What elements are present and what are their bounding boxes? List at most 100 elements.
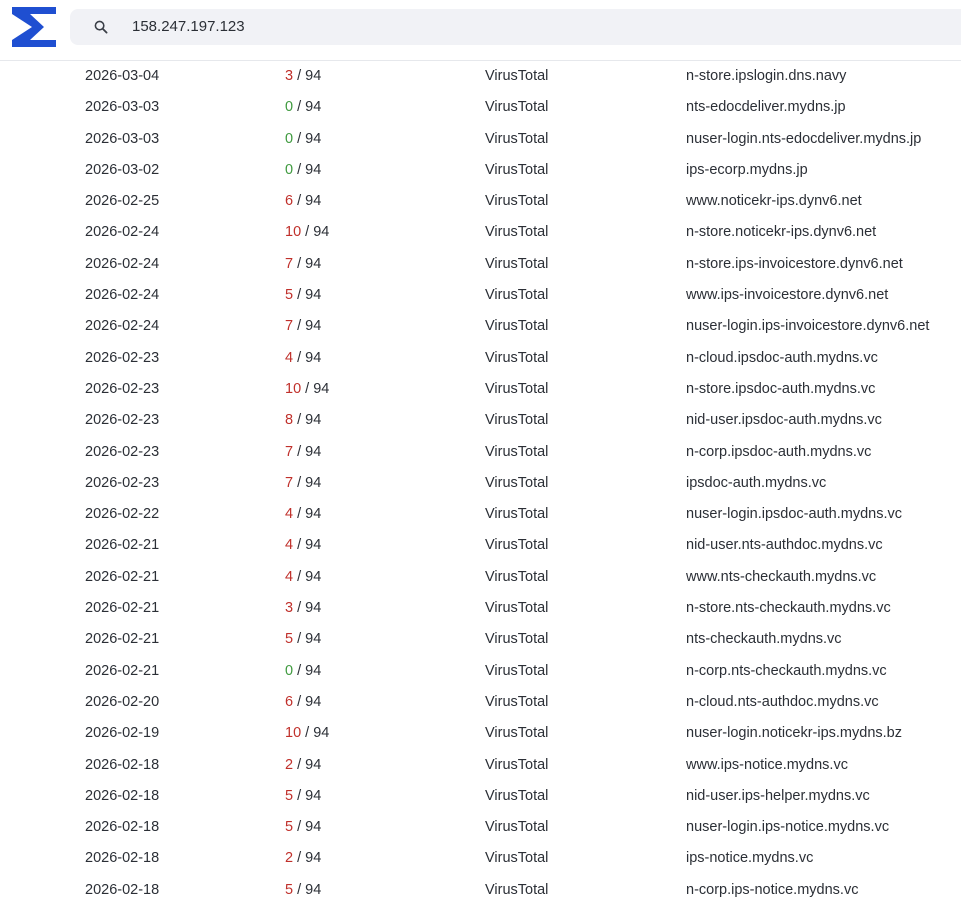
detection-total: / 94 bbox=[297, 287, 322, 304]
detection-positives: 3 bbox=[285, 68, 294, 84]
detection-total: / 94 bbox=[297, 600, 322, 617]
detection-score: 7 / 94 bbox=[285, 437, 321, 468]
table-row[interactable]: 2026-02-23 8 / 94 VirusTotal nid-user.ipsdo… bbox=[0, 405, 961, 436]
search-input[interactable] bbox=[132, 9, 832, 45]
detection-total: / 94 bbox=[297, 537, 322, 554]
resolution-date: 2026-02-21 bbox=[85, 568, 160, 585]
detection-source: VirusTotal bbox=[485, 193, 549, 210]
table-row[interactable]: 2026-02-23 4 / 94 VirusTotal n-cloud.ipsdoc… bbox=[0, 343, 961, 374]
resolutions-table: 2026-03-04 3 / 94 VirusTotal n-store.ipslog… bbox=[0, 61, 961, 906]
detection-score: 4 / 94 bbox=[285, 530, 321, 561]
resolution-date: 2026-02-18 bbox=[85, 850, 160, 867]
detection-positives: 5 bbox=[285, 631, 294, 648]
table-row[interactable]: 2026-02-23 7 / 94 VirusTotal ipsdoc-auth.my… bbox=[0, 468, 961, 499]
table-row[interactable]: 2026-02-24 7 / 94 VirusTotal nuser-login.ip… bbox=[0, 311, 961, 342]
detection-total: / 94 bbox=[297, 881, 322, 898]
table-row[interactable]: 2026-03-03 0 / 94 VirusTotal nuser-login.nt… bbox=[0, 124, 961, 155]
resolved-domain: nuser-login.ipsdoc-auth.mydns.vc bbox=[686, 506, 902, 523]
resolution-date: 2026-02-21 bbox=[85, 600, 160, 617]
table-row[interactable]: 2026-02-21 4 / 94 VirusTotal nid-user.nts-a… bbox=[0, 530, 961, 561]
detection-source: VirusTotal bbox=[485, 287, 549, 304]
resolved-domain: www.ips-notice.mydns.vc bbox=[686, 756, 848, 773]
resolution-date: 2026-02-21 bbox=[85, 631, 160, 648]
detection-positives: 7 bbox=[285, 443, 294, 460]
table-row[interactable]: 2026-02-21 0 / 94 VirusTotal n-corp.nts-che… bbox=[0, 656, 961, 687]
table-row[interactable]: 2026-02-24 5 / 94 VirusTotal www.ips-invoic… bbox=[0, 280, 961, 311]
table-row[interactable]: 2026-02-21 4 / 94 VirusTotal www.nts-checka… bbox=[0, 562, 961, 593]
detection-total: / 94 bbox=[305, 725, 330, 742]
detection-total: / 94 bbox=[305, 224, 330, 241]
detection-score: 2 / 94 bbox=[285, 843, 321, 874]
resolution-date: 2026-02-24 bbox=[85, 224, 160, 241]
resolved-domain: www.ips-invoicestore.dynv6.net bbox=[686, 287, 889, 304]
detection-total: / 94 bbox=[297, 474, 322, 491]
table-row[interactable]: 2026-02-25 6 / 94 VirusTotal www.noticekr-i… bbox=[0, 186, 961, 217]
table-row[interactable]: 2026-02-20 6 / 94 VirusTotal n-cloud.nts-au… bbox=[0, 687, 961, 718]
resolution-date: 2026-02-18 bbox=[85, 756, 160, 773]
detection-total: / 94 bbox=[297, 349, 322, 366]
resolution-date: 2026-02-21 bbox=[85, 662, 160, 679]
detection-total: / 94 bbox=[297, 693, 322, 710]
detection-positives: 6 bbox=[285, 693, 294, 710]
resolution-date: 2026-03-03 bbox=[85, 130, 160, 147]
table-row[interactable]: 2026-02-19 10 / 94 VirusTotal nuser-login.n… bbox=[0, 718, 961, 749]
resolved-domain: n-corp.ips-notice.mydns.vc bbox=[686, 881, 859, 898]
detection-source: VirusTotal bbox=[485, 819, 549, 836]
sigma-logo-icon[interactable] bbox=[10, 4, 58, 50]
detection-score: 7 / 94 bbox=[285, 249, 321, 280]
resolved-domain: ips-ecorp.mydns.jp bbox=[686, 161, 808, 178]
detection-source: VirusTotal bbox=[485, 412, 549, 429]
search-icon[interactable] bbox=[94, 20, 108, 34]
resolved-domain: www.noticekr-ips.dynv6.net bbox=[686, 193, 862, 210]
detection-source: VirusTotal bbox=[485, 537, 549, 554]
detection-source: VirusTotal bbox=[485, 568, 549, 585]
detection-source: VirusTotal bbox=[485, 380, 549, 397]
detection-source: VirusTotal bbox=[485, 662, 549, 679]
resolution-date: 2026-02-23 bbox=[85, 412, 160, 429]
detection-score: 3 / 94 bbox=[285, 593, 321, 624]
detection-positives: 6 bbox=[285, 193, 294, 210]
detection-source: VirusTotal bbox=[485, 443, 549, 460]
table-row[interactable]: 2026-02-23 10 / 94 VirusTotal n-store.ipsdo… bbox=[0, 374, 961, 405]
detection-positives: 5 bbox=[285, 787, 294, 804]
detection-positives: 5 bbox=[285, 287, 294, 304]
resolution-date: 2026-02-25 bbox=[85, 193, 160, 210]
resolution-date: 2026-02-23 bbox=[85, 349, 160, 366]
search-bar[interactable] bbox=[70, 9, 961, 45]
detection-source: VirusTotal bbox=[485, 318, 549, 335]
detection-source: VirusTotal bbox=[485, 474, 549, 491]
table-row[interactable]: 2026-02-24 10 / 94 VirusTotal n-store.notic… bbox=[0, 217, 961, 248]
resolved-domain: nuser-login.ips-notice.mydns.vc bbox=[686, 819, 890, 836]
detection-source: VirusTotal bbox=[485, 224, 549, 241]
table-row[interactable]: 2026-02-22 4 / 94 VirusTotal nuser-login.ip… bbox=[0, 499, 961, 530]
table-row[interactable]: 2026-02-21 5 / 94 VirusTotal nts-checkauth.… bbox=[0, 624, 961, 655]
detection-positives: 4 bbox=[285, 568, 294, 585]
table-row[interactable]: 2026-02-18 2 / 94 VirusTotal ips-notice.myd… bbox=[0, 843, 961, 874]
resolution-date: 2026-02-23 bbox=[85, 380, 160, 397]
resolution-date: 2026-02-22 bbox=[85, 506, 160, 523]
resolved-domain: nuser-login.noticekr-ips.mydns.bz bbox=[686, 725, 902, 742]
detection-total: / 94 bbox=[297, 662, 322, 679]
table-row[interactable]: 2026-02-18 5 / 94 VirusTotal nuser-login.ip… bbox=[0, 812, 961, 843]
table-row[interactable]: 2026-02-21 3 / 94 VirusTotal n-store.nts-ch… bbox=[0, 593, 961, 624]
detection-source: VirusTotal bbox=[485, 68, 549, 84]
table-row[interactable]: 2026-02-18 2 / 94 VirusTotal www.ips-notice… bbox=[0, 750, 961, 781]
detection-total: / 94 bbox=[297, 68, 322, 84]
detection-source: VirusTotal bbox=[485, 255, 549, 272]
resolved-domain: nid-user.ips-helper.mydns.vc bbox=[686, 787, 870, 804]
table-row[interactable]: 2026-03-04 3 / 94 VirusTotal n-store.ipslog… bbox=[0, 61, 961, 92]
resolved-domain: nts-edocdeliver.mydns.jp bbox=[686, 99, 846, 116]
table-row[interactable]: 2026-02-24 7 / 94 VirusTotal n-store.ips-in… bbox=[0, 249, 961, 280]
table-row[interactable]: 2026-02-18 5 / 94 VirusTotal nid-user.ips-h… bbox=[0, 781, 961, 812]
table-row[interactable]: 2026-03-02 0 / 94 VirusTotal ips-ecorp.mydn… bbox=[0, 155, 961, 186]
detection-positives: 7 bbox=[285, 255, 294, 272]
resolved-domain: ips-notice.mydns.vc bbox=[686, 850, 814, 867]
detection-score: 10 / 94 bbox=[285, 217, 329, 248]
detection-positives: 0 bbox=[285, 662, 294, 679]
detection-score: 4 / 94 bbox=[285, 562, 321, 593]
detection-positives: 4 bbox=[285, 506, 294, 523]
resolution-date: 2026-02-24 bbox=[85, 318, 160, 335]
table-row[interactable]: 2026-02-23 7 / 94 VirusTotal n-corp.ipsdoc-… bbox=[0, 437, 961, 468]
table-row[interactable]: 2026-03-03 0 / 94 VirusTotal nts-edocdelive… bbox=[0, 92, 961, 123]
table-row[interactable]: 2026-02-18 5 / 94 VirusTotal n-corp.ips-not… bbox=[0, 875, 961, 906]
